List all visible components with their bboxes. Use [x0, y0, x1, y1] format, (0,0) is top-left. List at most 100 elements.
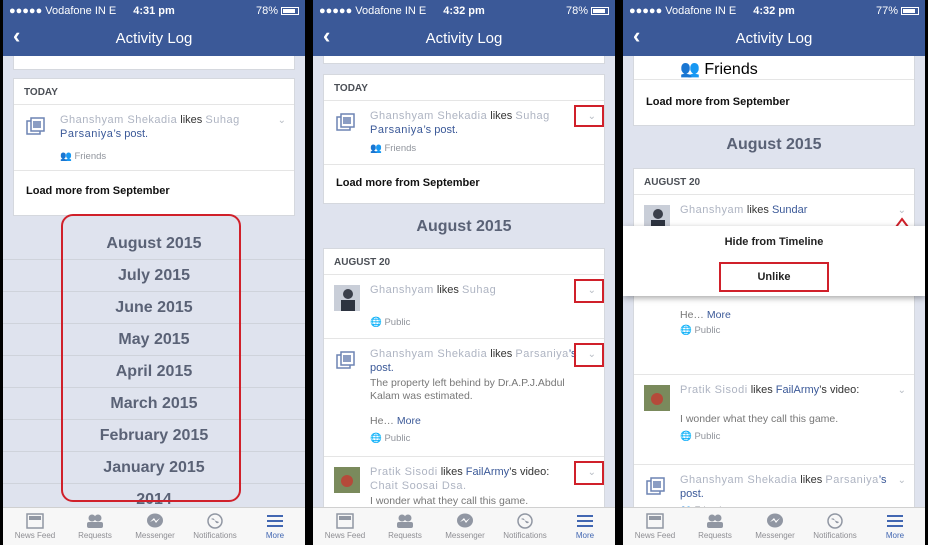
month-heading: August 2015 — [726, 136, 822, 153]
list-item[interactable]: Ghanshyam Shekadia likes Suhag Parsaniya… — [324, 101, 604, 165]
tab-label: News Feed — [634, 531, 676, 540]
list-item[interactable]: Ghanshyam Shekadia likes Suhag Parsaniya… — [14, 105, 294, 171]
menu-icon — [887, 515, 903, 527]
blurred-name: Chait Soosai Dsa. — [370, 480, 467, 492]
tab-label: Messenger — [755, 531, 795, 540]
privacy-label: 👥 Friends — [680, 61, 758, 78]
chevron-down-icon[interactable]: ⌄ — [898, 205, 906, 216]
tab-more[interactable]: More — [555, 508, 615, 545]
likes-word: likes — [436, 284, 459, 296]
august-card: AUGUST 20 Ghanshyam likes Suhag 🌐 Public… — [323, 248, 605, 507]
likes-word: likes — [746, 204, 769, 216]
blurred-name: Pratik Sisodi — [370, 466, 438, 478]
more-link[interactable]: More — [707, 309, 731, 321]
section-header: AUGUST 20 — [634, 169, 914, 195]
tab-requests[interactable]: Requests — [375, 508, 435, 545]
phone-screen-1: ●●●●● Vodafone IN E 4:31 pm 78% ‹ Activi… — [3, 0, 305, 545]
globe-icon — [517, 513, 533, 529]
friends-icon — [707, 514, 723, 528]
activity-text: Ghanshyam likes Suhag — [370, 283, 578, 297]
tab-requests[interactable]: Requests — [65, 508, 125, 545]
page-link[interactable]: FailArmy — [776, 384, 819, 396]
chevron-down-icon[interactable]: ⌄ — [898, 475, 906, 486]
blurred-name: Parsaniya — [370, 124, 424, 136]
nav-bar: ‹ Activity Log — [313, 20, 615, 56]
tab-news-feed[interactable]: News Feed — [5, 508, 65, 545]
load-more-button[interactable]: Load more from September — [14, 171, 294, 215]
activity-text: Ghanshyam Shekadia likes Suhag Parsaniya… — [370, 109, 578, 137]
tab-bar: News Feed Requests Messenger Notificatio… — [3, 507, 305, 545]
tab-news-feed[interactable]: News Feed — [315, 508, 375, 545]
status-bar: ●●●●● Vodafone IN E 4:31 pm 78% — [3, 0, 305, 20]
list-item[interactable]: Ghanshyam likes Suhag 🌐 Public ⌄ — [324, 275, 604, 339]
activity-text: Ghanshyam likes Sundar — [680, 203, 888, 217]
list-item[interactable]: Pratik Sisodi likes FailArmy’s video: I … — [634, 375, 914, 465]
likes-word: likes — [490, 348, 513, 360]
previous-card — [13, 56, 295, 70]
tab-messenger[interactable]: Messenger — [125, 508, 185, 545]
tab-bar: News Feed Requests Messenger Notificatio… — [313, 507, 615, 545]
tab-messenger[interactable]: Messenger — [435, 508, 495, 545]
tab-notifications[interactable]: Notifications — [495, 508, 555, 545]
menu-icon — [267, 515, 283, 527]
tab-news-feed[interactable]: News Feed — [625, 508, 685, 545]
blurred-name: Suhag — [461, 284, 497, 296]
profile-link[interactable]: Sundar — [772, 204, 807, 216]
blurred-name: Ghanshyam Shekadia — [60, 114, 178, 126]
highlight-box — [574, 461, 604, 485]
chevron-down-icon[interactable]: ⌄ — [898, 385, 906, 396]
activity-text: Pratik Sisodi likes FailArmy’s video: — [680, 383, 888, 397]
truncated-text: He… — [370, 415, 394, 427]
activity-text: Ghanshyam Shekadia likes Parsaniya’s pos… — [370, 347, 578, 375]
globe-icon — [207, 513, 223, 529]
unlike-option[interactable]: Unlike — [719, 262, 829, 292]
activity-list[interactable]: TODAY Ghanshyam Shekadia likes Suhag Par… — [313, 56, 615, 507]
highlight-box — [574, 279, 604, 303]
hide-from-timeline-option[interactable]: Hide from Timeline — [623, 236, 925, 248]
avatar — [334, 285, 360, 311]
friends-icon — [87, 514, 103, 528]
tab-notifications[interactable]: Notifications — [805, 508, 865, 545]
highlight-box — [574, 105, 604, 127]
see-more: He… More — [680, 309, 894, 322]
chevron-down-icon[interactable]: ⌄ — [278, 115, 286, 126]
tab-more[interactable]: More — [245, 508, 305, 545]
page-link[interactable]: FailArmy — [466, 466, 509, 478]
tab-requests[interactable]: Requests — [685, 508, 745, 545]
tab-label: Notifications — [193, 531, 237, 540]
blurred-name: Ghanshyam Shekadia — [370, 110, 488, 122]
activity-list[interactable]: 👥 Friends Load more from September Augus… — [623, 56, 925, 507]
activity-text: Ghanshyam Shekadia likes Parsaniya’s pos… — [680, 473, 888, 501]
list-item[interactable]: Ghanshyam Shekadia likes Parsaniya’s pos… — [634, 465, 914, 507]
shared-post-icon — [336, 113, 355, 131]
tab-messenger[interactable]: Messenger — [745, 508, 805, 545]
video-thumbnail — [644, 385, 670, 411]
post-link[interactable]: ’s post. — [113, 128, 148, 140]
battery-icon — [591, 7, 609, 16]
today-card: TODAY Ghanshyam Shekadia likes Suhag Par… — [13, 78, 295, 216]
list-item[interactable]: Ghanshyam Shekadia likes Parsaniya’s pos… — [324, 339, 604, 457]
more-link[interactable]: More — [397, 415, 421, 427]
status-bar: ●●●●● Vodafone IN E 4:32 pm 78% — [313, 0, 615, 20]
phone-screen-3: ●●●●● Vodafone IN E 4:32 pm 77% ‹ Activi… — [623, 0, 925, 545]
load-more-button[interactable]: Load more from September — [634, 79, 914, 125]
blurred-name: Parsaniya — [825, 474, 879, 486]
load-more-button[interactable]: Load more from September — [324, 165, 604, 203]
video-word: ’s video: — [819, 384, 860, 396]
tab-label: Messenger — [445, 531, 485, 540]
tab-notifications[interactable]: Notifications — [185, 508, 245, 545]
august-card: AUGUST 20 Ghanshyam likes Sundar ⌄ The p… — [633, 168, 915, 507]
list-item[interactable]: Pratik Sisodi likes FailArmy’s video: Ch… — [324, 457, 604, 507]
post-link[interactable]: ’s post. — [423, 124, 458, 136]
privacy-text: Public — [384, 317, 411, 328]
news-feed-icon — [26, 513, 44, 529]
tab-label: Notifications — [503, 531, 547, 540]
tab-more[interactable]: More — [865, 508, 925, 545]
messenger-icon — [147, 513, 163, 528]
likes-word: likes — [440, 466, 463, 478]
likes-word: likes — [490, 110, 513, 122]
privacy-text: Public — [384, 433, 411, 444]
today-card: TODAY Ghanshyam Shekadia likes Suhag Par… — [323, 74, 605, 204]
privacy-text: Friends — [74, 151, 107, 162]
activity-list[interactable]: TODAY Ghanshyam Shekadia likes Suhag Par… — [3, 56, 305, 507]
